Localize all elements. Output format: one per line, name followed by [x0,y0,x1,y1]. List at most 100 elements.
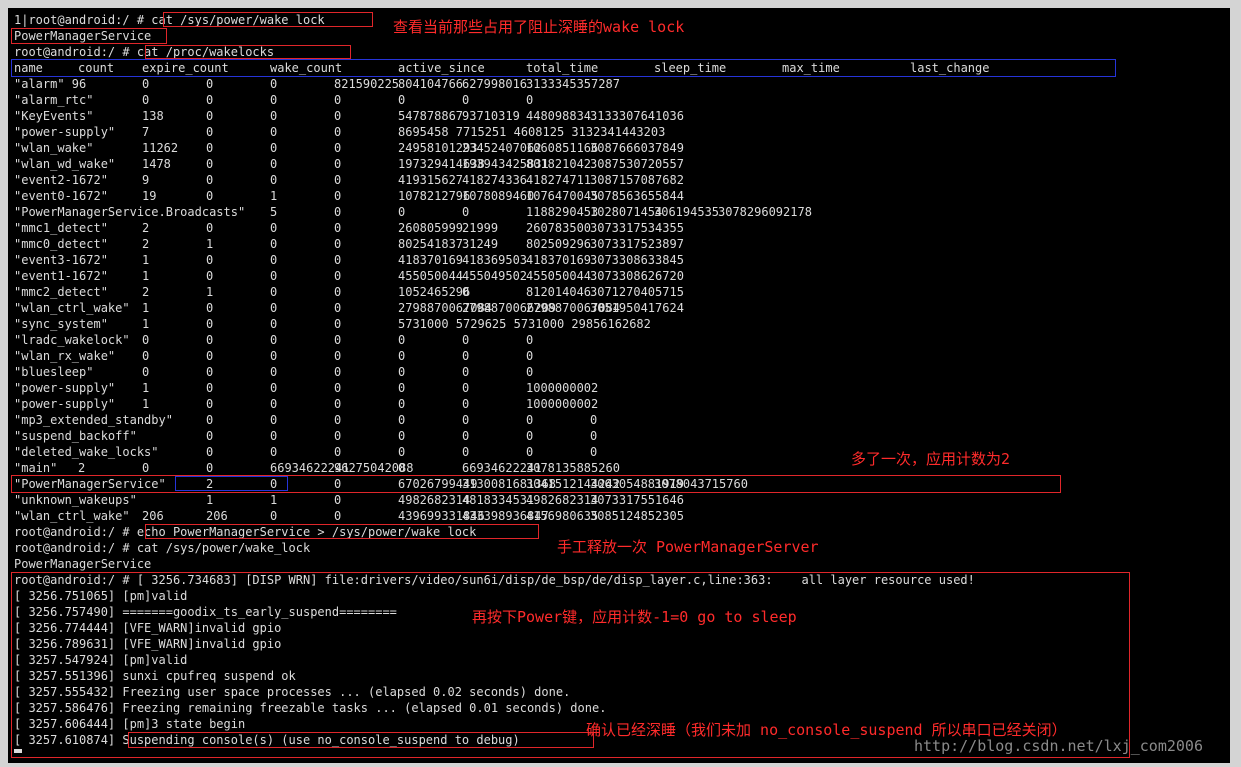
wakelock-value: 3078296092178 [718,205,812,219]
wakelock-name: "power-supply" [14,397,116,411]
wakelock-value: 0 [526,365,534,379]
wakelock-value: 3078135885260 [526,461,620,475]
column-header: count [78,61,115,75]
wakelock-value: 0 [142,77,150,91]
wakelock-value: 0 [334,477,342,491]
wakelock-value: 0 [206,429,214,443]
wakelock-value: 1 [206,237,214,251]
wakelock-value: 0 [526,93,534,107]
column-header: last_change [910,61,990,75]
wakelock-value: 0 [334,205,342,219]
wakelock-value: 0 [398,349,406,363]
wakelock-value: 4982682314 [526,493,599,507]
wakelock-name: "KeyEvents" [14,109,94,123]
wakelock-value: 0 [334,429,342,443]
wakelock-value: 0 [206,365,214,379]
wakelock-name: "mmc0_detect" [14,237,108,251]
wakelock-value: 0 [334,125,342,139]
wakelock-value: 0 [270,157,278,171]
wakelock-value: 821590225 [334,77,400,91]
wakelock-value: 0 [462,397,470,411]
wakelock-value: 0 [334,493,342,507]
wakelock-value: 0 [206,381,214,395]
wakelock-value: 3085124852305 [590,509,684,523]
wakelock-value: 0 [334,317,342,331]
wakelock-value: 0 [206,413,214,427]
wakelock-name: "event0-1672" [14,189,108,203]
wakelock-value: 0 [142,93,150,107]
wakelock-value: 1 [142,397,150,411]
wakelock-value: 2 [142,285,150,299]
wakelock-value: 0 [462,349,470,363]
wakelock-value: 3133307641036 [590,109,684,123]
wakelock-value: 802509296 [526,237,592,251]
wakelock-value: 1 [142,381,150,395]
wakelock-value: 0 [334,509,342,523]
wakelock-value: 3073317534355 [590,221,684,235]
wakelock-name: "wlan_ctrl_wake" [14,509,130,523]
column-header: wake_count [270,61,343,75]
wakelock-value: 0 [334,349,342,363]
wakelock-value: 1 [270,493,278,507]
terminal-window[interactable]: 1|root@android:/ # cat /sys/power/wake_l… [8,8,1230,763]
wakelock-value: 3078043715760 [654,477,748,491]
wakelock-value: 0 [270,333,278,347]
wakelock-value: 0 [270,365,278,379]
wakelock-value: 0 [270,381,278,395]
watermark: http://blog.csdn.net/lxj_com2006 [914,737,1203,755]
wakelock-name: "PowerManagerService" [14,477,166,491]
wakelock-name: "wlan_wd_wake" [14,157,116,171]
wakelock-value: 0 [270,445,278,459]
wakelock-value: 0 [270,173,278,187]
wakelock-value: 1052465296 [398,285,471,299]
wakelock-value: 418369503 [462,253,528,267]
wakelock-value: 1 [142,301,150,315]
wakelock-value: 0 [270,413,278,427]
wakelock-value: 3073317523897 [590,237,684,251]
wakelock-value: 418274336 [462,173,528,187]
wakelock-value: 5 [270,205,278,219]
wakelock-value: 1478 [142,157,171,171]
wakelock-value: 0 [398,413,406,427]
wakelock-value: 0 [334,221,342,235]
wakelock-value: 4818334531 [462,493,535,507]
wakelock-value: 0 [206,301,214,315]
wakelock-value: 0 [206,349,214,363]
wakelock-value: 3071270405715 [590,285,684,299]
wakelock-value: 0 [398,365,406,379]
wakelock-value: 0 [270,285,278,299]
wakelock-value: 0 [398,93,406,107]
wakelock-value: 0 [398,445,406,459]
wakelock-value: 3087530720557 [590,157,684,171]
wakelock-value: 802541837 [398,237,464,251]
wakelock-value: 1000000002 [526,397,599,411]
wakelock-value: 93710319 [462,109,520,123]
column-header: name [14,61,43,75]
wakelock-value: 0 [206,317,214,331]
wakelock-value: 2 [142,237,150,251]
wakelock-name: "wlan_wake" [14,141,94,155]
wakelock-value: 0 [270,237,278,251]
wakelock-value: 0 [270,221,278,235]
wakelock-value: 31249 [462,237,499,251]
wakelock-value: 5731000 5729625 5731000 29856162682 [398,317,651,331]
wakelock-value: 0 [270,253,278,267]
wakelock-value: 1060851166 [526,141,599,155]
wakelock-value: 0 [206,93,214,107]
wakelock-name: "alarm_rtc" [14,93,94,107]
wakelock-value: 547878867 [398,109,464,123]
wakelock-name: "event1-1672" [14,269,108,283]
wakelock-value: 0 [142,461,150,475]
wakelock-value: 801821042 [526,157,592,171]
wakelock-name: "suspend_backoff" [14,429,137,443]
wakelock-value: 0 [206,461,214,475]
wakelock-value: 3073317551646 [590,493,684,507]
wakelock-value: 3087157087682 [590,173,684,187]
wakelock-name: "mp3_extended_standby" [14,413,173,427]
wakelock-value: 1000000002 [526,381,599,395]
wakelock-name: "PowerManagerService.Broadcasts" [14,205,246,219]
wakelock-value: 0 [398,397,406,411]
wakelock-value: 812014046 [526,285,592,299]
wakelock-name: "sync_system" [14,317,108,331]
wakelock-value: 0 [334,445,342,459]
